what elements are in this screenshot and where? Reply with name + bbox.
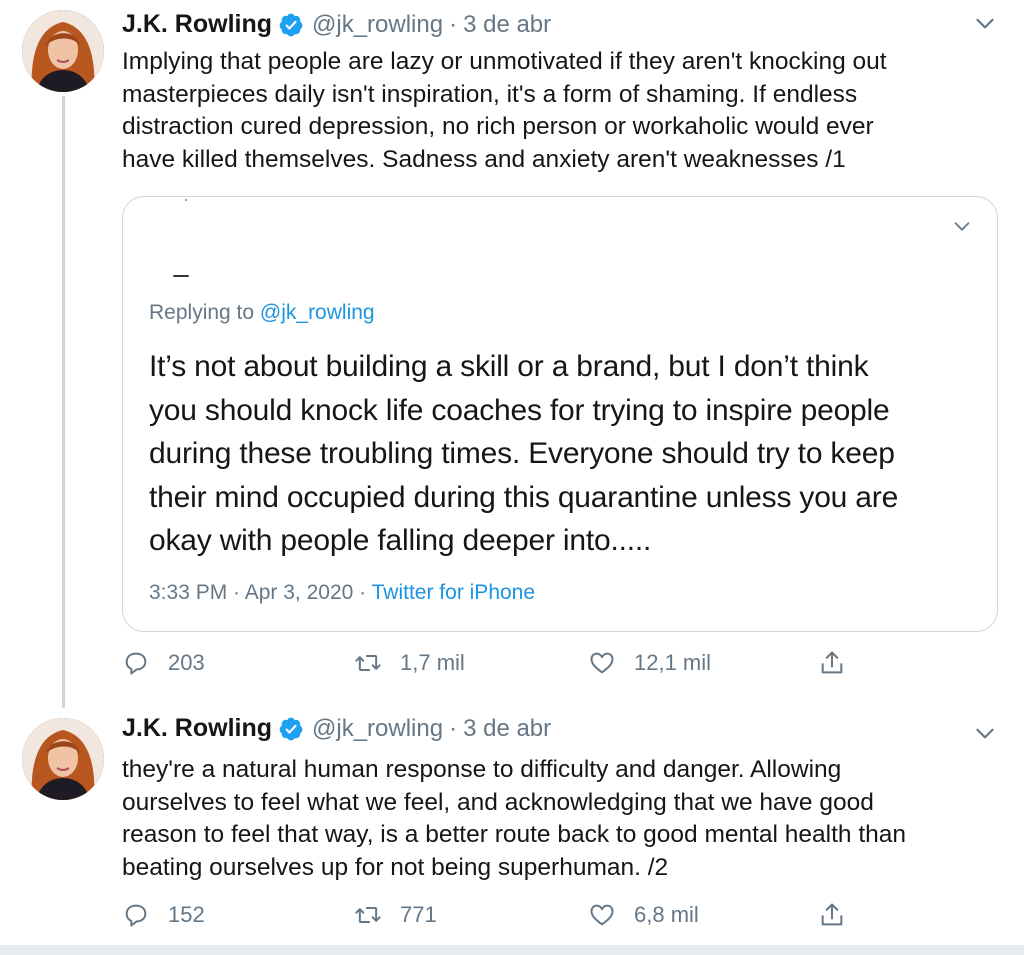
tweet-text: Implying that people are lazy or unmotiv… (122, 48, 887, 173)
meta-separator: · (227, 581, 245, 604)
avatar[interactable] (22, 10, 104, 92)
avatar-photo (22, 718, 104, 800)
reply-count: 152 (168, 902, 205, 927)
replying-prefix: Replying to (149, 301, 260, 324)
share-icon (821, 651, 843, 674)
retweet-count: 771 (400, 902, 437, 927)
quoted-tweet-meta: 3:33 PM · Apr 3, 2020 · Twitter for iPho… (149, 581, 535, 605)
author-handle[interactable]: @jk_rowling (312, 11, 443, 39)
retweet-button[interactable]: 1,7 mil (354, 646, 465, 680)
retweet-icon (355, 655, 381, 671)
retweet-button[interactable]: 771 (354, 898, 437, 932)
verified-badge-icon (279, 717, 303, 740)
tweet-date[interactable]: 3 de abr (463, 11, 551, 39)
replying-handle-link[interactable]: @jk_rowling (260, 301, 375, 324)
heart-icon (590, 652, 614, 674)
timeline-divider (0, 945, 1024, 955)
chevron-down-icon[interactable] (951, 215, 973, 237)
retweet-count: 1,7 mil (400, 650, 465, 675)
quote-date[interactable]: Apr 3, 2020 (245, 581, 354, 604)
thread-connector-line (62, 96, 65, 708)
like-count: 12,1 mil (634, 650, 712, 675)
redacted-author-mark (173, 275, 189, 277)
separator: · (449, 714, 458, 742)
avatar[interactable] (22, 718, 104, 800)
quoted-tweet-text: It’s not about building a skill or a bra… (149, 350, 899, 557)
tweet-header: J.K. Rowling @jk_rowling · 3 de abr (122, 10, 551, 39)
tweet-1[interactable]: J.K. Rowling @jk_rowling · 3 de abr Impl… (0, 0, 1024, 712)
separator: · (449, 10, 458, 38)
tweet-2[interactable]: J.K. Rowling @jk_rowling · 3 de abr they… (0, 712, 1024, 945)
share-icon (821, 903, 843, 926)
reply-button[interactable]: 203 (122, 646, 205, 680)
reply-button[interactable]: 152 (122, 898, 205, 932)
author-name[interactable]: J.K. Rowling (122, 714, 272, 743)
like-button[interactable]: 12,1 mil (588, 646, 711, 680)
quote-source-link[interactable]: Twitter for iPhone (372, 581, 535, 604)
replying-to: Replying to @jk_rowling (149, 301, 375, 325)
like-button[interactable]: 6,8 mil (588, 898, 699, 932)
share-button[interactable] (818, 898, 846, 932)
chevron-down-icon[interactable] (972, 720, 998, 746)
avatar-photo (22, 10, 104, 92)
tweet-actions: 203 1,7 mil 12,1 mil (122, 646, 862, 680)
reply-icon (125, 904, 147, 927)
reply-icon (125, 652, 147, 675)
quoted-tweet[interactable]: Replying to @jk_rowling It’s not about b… (122, 196, 998, 632)
quote-time[interactable]: 3:33 PM (149, 581, 227, 604)
verified-badge-icon (279, 13, 303, 36)
tweet-date[interactable]: 3 de abr (463, 715, 551, 743)
tweet-header: J.K. Rowling @jk_rowling · 3 de abr (122, 714, 551, 743)
share-button[interactable] (818, 646, 846, 680)
author-handle[interactable]: @jk_rowling (312, 715, 443, 743)
like-count: 6,8 mil (634, 902, 699, 927)
tweet-text: they're a natural human response to diff… (122, 756, 907, 881)
meta-separator: · (353, 581, 372, 604)
retweet-icon (355, 907, 381, 923)
quote-artifact (185, 199, 187, 201)
heart-icon (590, 904, 614, 926)
tweet-actions: 152 771 6,8 mil (122, 898, 862, 932)
author-name[interactable]: J.K. Rowling (122, 10, 272, 39)
reply-count: 203 (168, 650, 205, 675)
chevron-down-icon[interactable] (972, 10, 998, 36)
